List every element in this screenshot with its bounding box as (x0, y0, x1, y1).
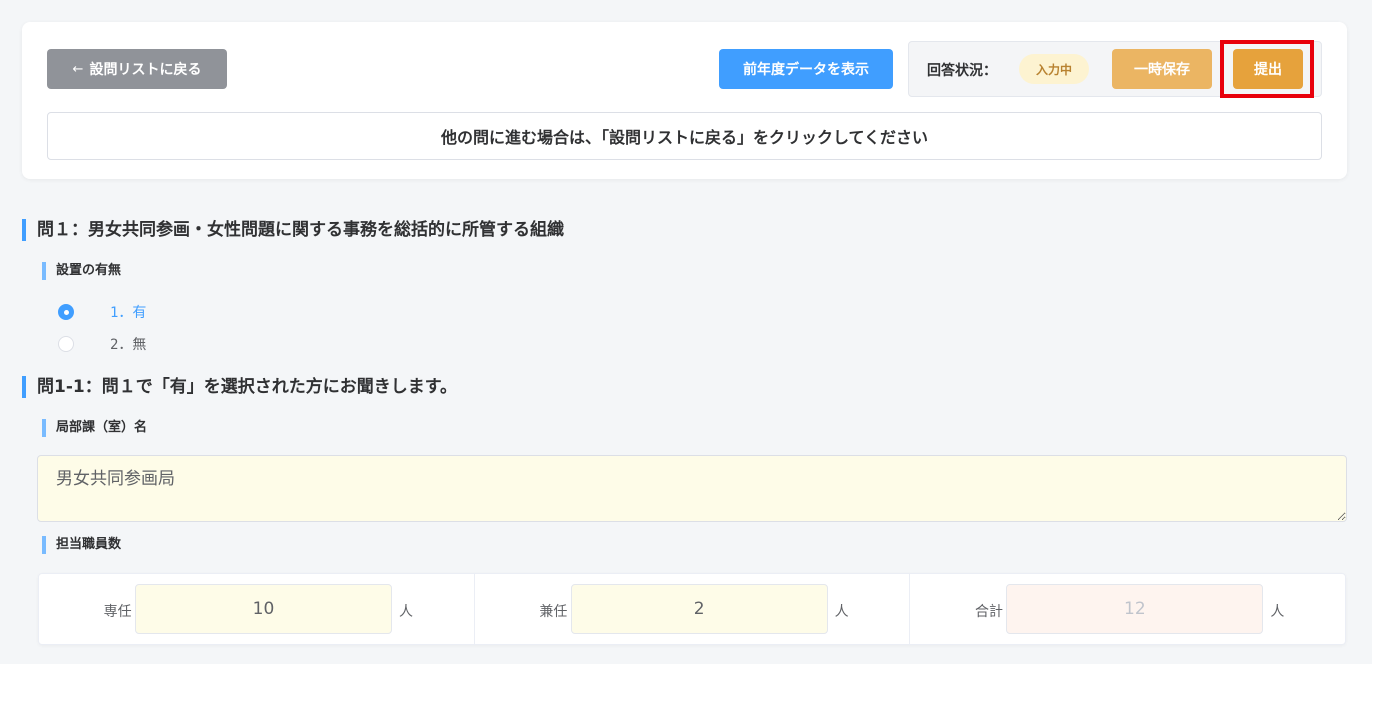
fulltime-count-input[interactable] (135, 584, 392, 634)
total-count-input (1006, 584, 1264, 634)
radio-unchecked-icon[interactable] (58, 336, 74, 352)
staff-count-label: 担当職員数 (42, 536, 121, 554)
staff-cell-total: 合計 人 (910, 574, 1345, 644)
back-to-list-button[interactable]: ← 設問リストに戻る (47, 49, 227, 89)
total-unit: 人 (1270, 604, 1285, 620)
radio-checked-icon[interactable] (58, 304, 74, 320)
submit-button[interactable]: 提出 (1233, 49, 1303, 89)
parttime-unit: 人 (834, 604, 849, 620)
establishment-label: 設置の有無 (42, 262, 121, 280)
department-name-label: 局部課（室）名 (42, 419, 147, 437)
navigation-notice: 他の問に進む場合は、「設問リストに戻る」をクリックしてください (47, 112, 1322, 160)
back-to-list-label: 設問リストに戻る (89, 62, 202, 78)
parttime-label: 兼任 (539, 604, 568, 620)
radio-option-yes-label[interactable]: 1．有 (110, 302, 146, 322)
arrow-left-icon: ← (72, 61, 84, 77)
parttime-count-input[interactable] (570, 584, 828, 634)
staff-count-table: 専任 人 兼任 人 合計 人 (38, 573, 1346, 645)
show-previous-year-button[interactable]: 前年度データを表示 (719, 49, 893, 89)
answer-status-label: 回答状況： (927, 63, 997, 79)
total-label: 合計 (975, 604, 1004, 620)
question-1-1-title: 問1-1：問１で「有」を選択された方にお聞きします。 (22, 376, 457, 398)
temporary-save-button[interactable]: 一時保存 (1112, 49, 1212, 89)
status-badge: 入力中 (1019, 54, 1089, 84)
answer-status-panel: 回答状況： 入力中 一時保存 提出 (908, 41, 1322, 97)
page: ← 設問リストに戻る 前年度データを表示 回答状況： 入力中 一時保存 提出 他… (0, 0, 1372, 664)
staff-cell-fulltime: 専任 人 (39, 574, 475, 644)
question-1-title: 問１：男女共同参画・女性問題に関する事務を総括的に所管する組織 (22, 219, 564, 241)
radio-option-no[interactable]: 2．無 (58, 334, 146, 354)
radio-option-no-label[interactable]: 2．無 (110, 334, 146, 354)
fulltime-label: 専任 (103, 604, 132, 620)
staff-cell-parttime: 兼任 人 (475, 574, 911, 644)
department-name-input[interactable]: 男女共同参画局 (37, 455, 1347, 522)
radio-option-yes[interactable]: 1．有 (58, 302, 146, 322)
fulltime-unit: 人 (399, 604, 413, 620)
header-card: ← 設問リストに戻る 前年度データを表示 回答状況： 入力中 一時保存 提出 他… (22, 22, 1347, 179)
